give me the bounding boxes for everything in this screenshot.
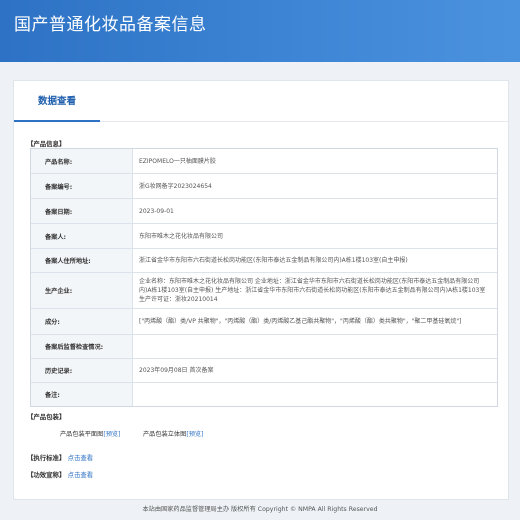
packaging-stereo: 产品包装立体图[预览] bbox=[143, 429, 204, 438]
packaging-flat-preview-link[interactable]: [预览] bbox=[103, 431, 120, 438]
row-label: 备案人住所地址: bbox=[31, 249, 133, 272]
tab-data-view[interactable]: 数据查看 bbox=[14, 81, 100, 122]
row-label: 备注: bbox=[31, 383, 133, 406]
packaging-stereo-preview-link[interactable]: [预览] bbox=[186, 431, 203, 438]
row-label: 备案后监督检查情况: bbox=[31, 335, 133, 358]
row-value bbox=[133, 383, 497, 406]
efficacy-title: 【功效宣称】 bbox=[27, 471, 66, 479]
product-info-title: 【产品信息】 bbox=[27, 140, 66, 148]
table-row: 备案后监督检查情况: bbox=[31, 335, 497, 359]
standard-view-link[interactable]: 点击查看 bbox=[68, 454, 94, 462]
row-value: EZIPOMELO一只柚面膜片胶 bbox=[139, 157, 216, 165]
packaging-flat: 产品包装平面图[预览] bbox=[60, 429, 121, 438]
table-row: 生产企业: 企业名称：东阳市唯木之花化妆品有限公司 企业地址：浙江省金华市东阳市… bbox=[31, 273, 497, 309]
row-value: 企业名称：东阳市唯木之花化妆品有限公司 企业地址：浙江省金华市东阳市六石街道长松… bbox=[139, 278, 486, 303]
standard-title: 【执行标准】 bbox=[27, 454, 66, 462]
packaging-stereo-label: 产品包装立体图 bbox=[143, 431, 187, 438]
table-row: 历史记录: 2023年09月08日 首次备案 bbox=[31, 359, 497, 383]
row-value bbox=[133, 335, 497, 358]
row-label: 成分: bbox=[31, 309, 133, 334]
table-row: 备案人住所地址: 浙江省金华市东阳市六石街道长松岗功能区(东阳市泰达五金制品有限… bbox=[31, 249, 497, 273]
row-label: 产品名称: bbox=[31, 149, 133, 173]
row-label: 生产企业: bbox=[31, 273, 133, 308]
tab-bar: 数据查看 bbox=[14, 81, 508, 122]
row-value: 浙江省金华市东阳市六石街道长松岗功能区(东阳市泰达五金制品有限公司内)A栋1楼1… bbox=[139, 257, 408, 264]
packaging-flat-label: 产品包装平面图 bbox=[60, 431, 104, 438]
table-row: 备注: bbox=[31, 383, 497, 406]
row-value: 浙G妆网备字2023024654 bbox=[139, 182, 212, 190]
row-label: 备案编号: bbox=[31, 174, 133, 198]
row-label: 备案日期: bbox=[31, 199, 133, 223]
page-title: 国产普通化妆品备案信息 bbox=[14, 15, 207, 35]
table-row: 备案日期: 2023-09-01 bbox=[31, 199, 497, 224]
efficacy-view-link[interactable]: 点击查看 bbox=[68, 471, 94, 479]
table-row: 成分: ["丙烯酸（酯）类/VP 共聚物"，"丙烯酸（酯）类/丙烯酸乙基己酯共聚… bbox=[31, 309, 497, 335]
row-label: 历史记录: bbox=[31, 359, 133, 382]
efficacy-section: 【功效宣称】 点击查看 bbox=[27, 470, 93, 479]
product-info-table: 产品名称: EZIPOMELO一只柚面膜片胶 备案编号: 浙G妆网备字20230… bbox=[30, 148, 498, 407]
main-panel: 数据查看 【产品信息】 产品名称: EZIPOMELO一只柚面膜片胶 备案编号:… bbox=[13, 80, 509, 500]
footer-copyright: 本站由国家药品监督管理局主办 版权所有 Copyright © NMPA All… bbox=[142, 506, 378, 513]
table-row: 产品名称: EZIPOMELO一只柚面膜片胶 bbox=[31, 149, 497, 174]
standard-section: 【执行标准】 点击查看 bbox=[27, 453, 93, 462]
header-banner: 国产普通化妆品备案信息 bbox=[0, 0, 520, 62]
table-row: 备案编号: 浙G妆网备字2023024654 bbox=[31, 174, 497, 199]
row-value: ["丙烯酸（酯）类/VP 共聚物"，"丙烯酸（酯）类/丙烯酸乙基己酯共聚物"，"… bbox=[139, 318, 462, 325]
table-row: 备案人: 东阳市唯木之花化妆品有限公司 bbox=[31, 224, 497, 249]
row-value: 东阳市唯木之花化妆品有限公司 bbox=[139, 232, 224, 240]
row-value: 2023-09-01 bbox=[139, 207, 174, 215]
packaging-title: 【产品包装】 bbox=[27, 413, 66, 421]
row-value: 2023年09月08日 首次备案 bbox=[139, 367, 214, 374]
row-label: 备案人: bbox=[31, 224, 133, 248]
